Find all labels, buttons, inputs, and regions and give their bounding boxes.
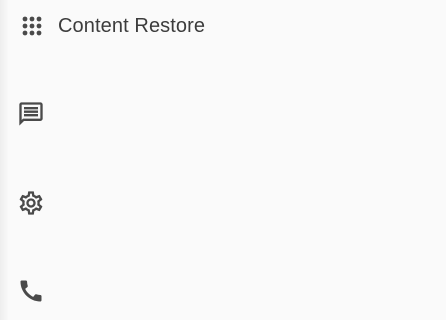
app-title: Content Restore — [58, 14, 206, 37]
app-header: Content Restore — [8, 6, 440, 46]
app-window: Content Restore — [0, 0, 446, 320]
message-icon — [19, 102, 43, 126]
rail-item-messages[interactable] — [14, 97, 48, 131]
apps-grid-button[interactable] — [16, 10, 48, 42]
phone-icon — [20, 280, 42, 302]
apps-grid-icon — [22, 16, 42, 36]
left-edge-shadow — [0, 0, 8, 320]
settings-gear-icon — [19, 191, 43, 215]
rail-item-settings[interactable] — [14, 186, 48, 220]
rail-item-phone[interactable] — [14, 274, 48, 308]
